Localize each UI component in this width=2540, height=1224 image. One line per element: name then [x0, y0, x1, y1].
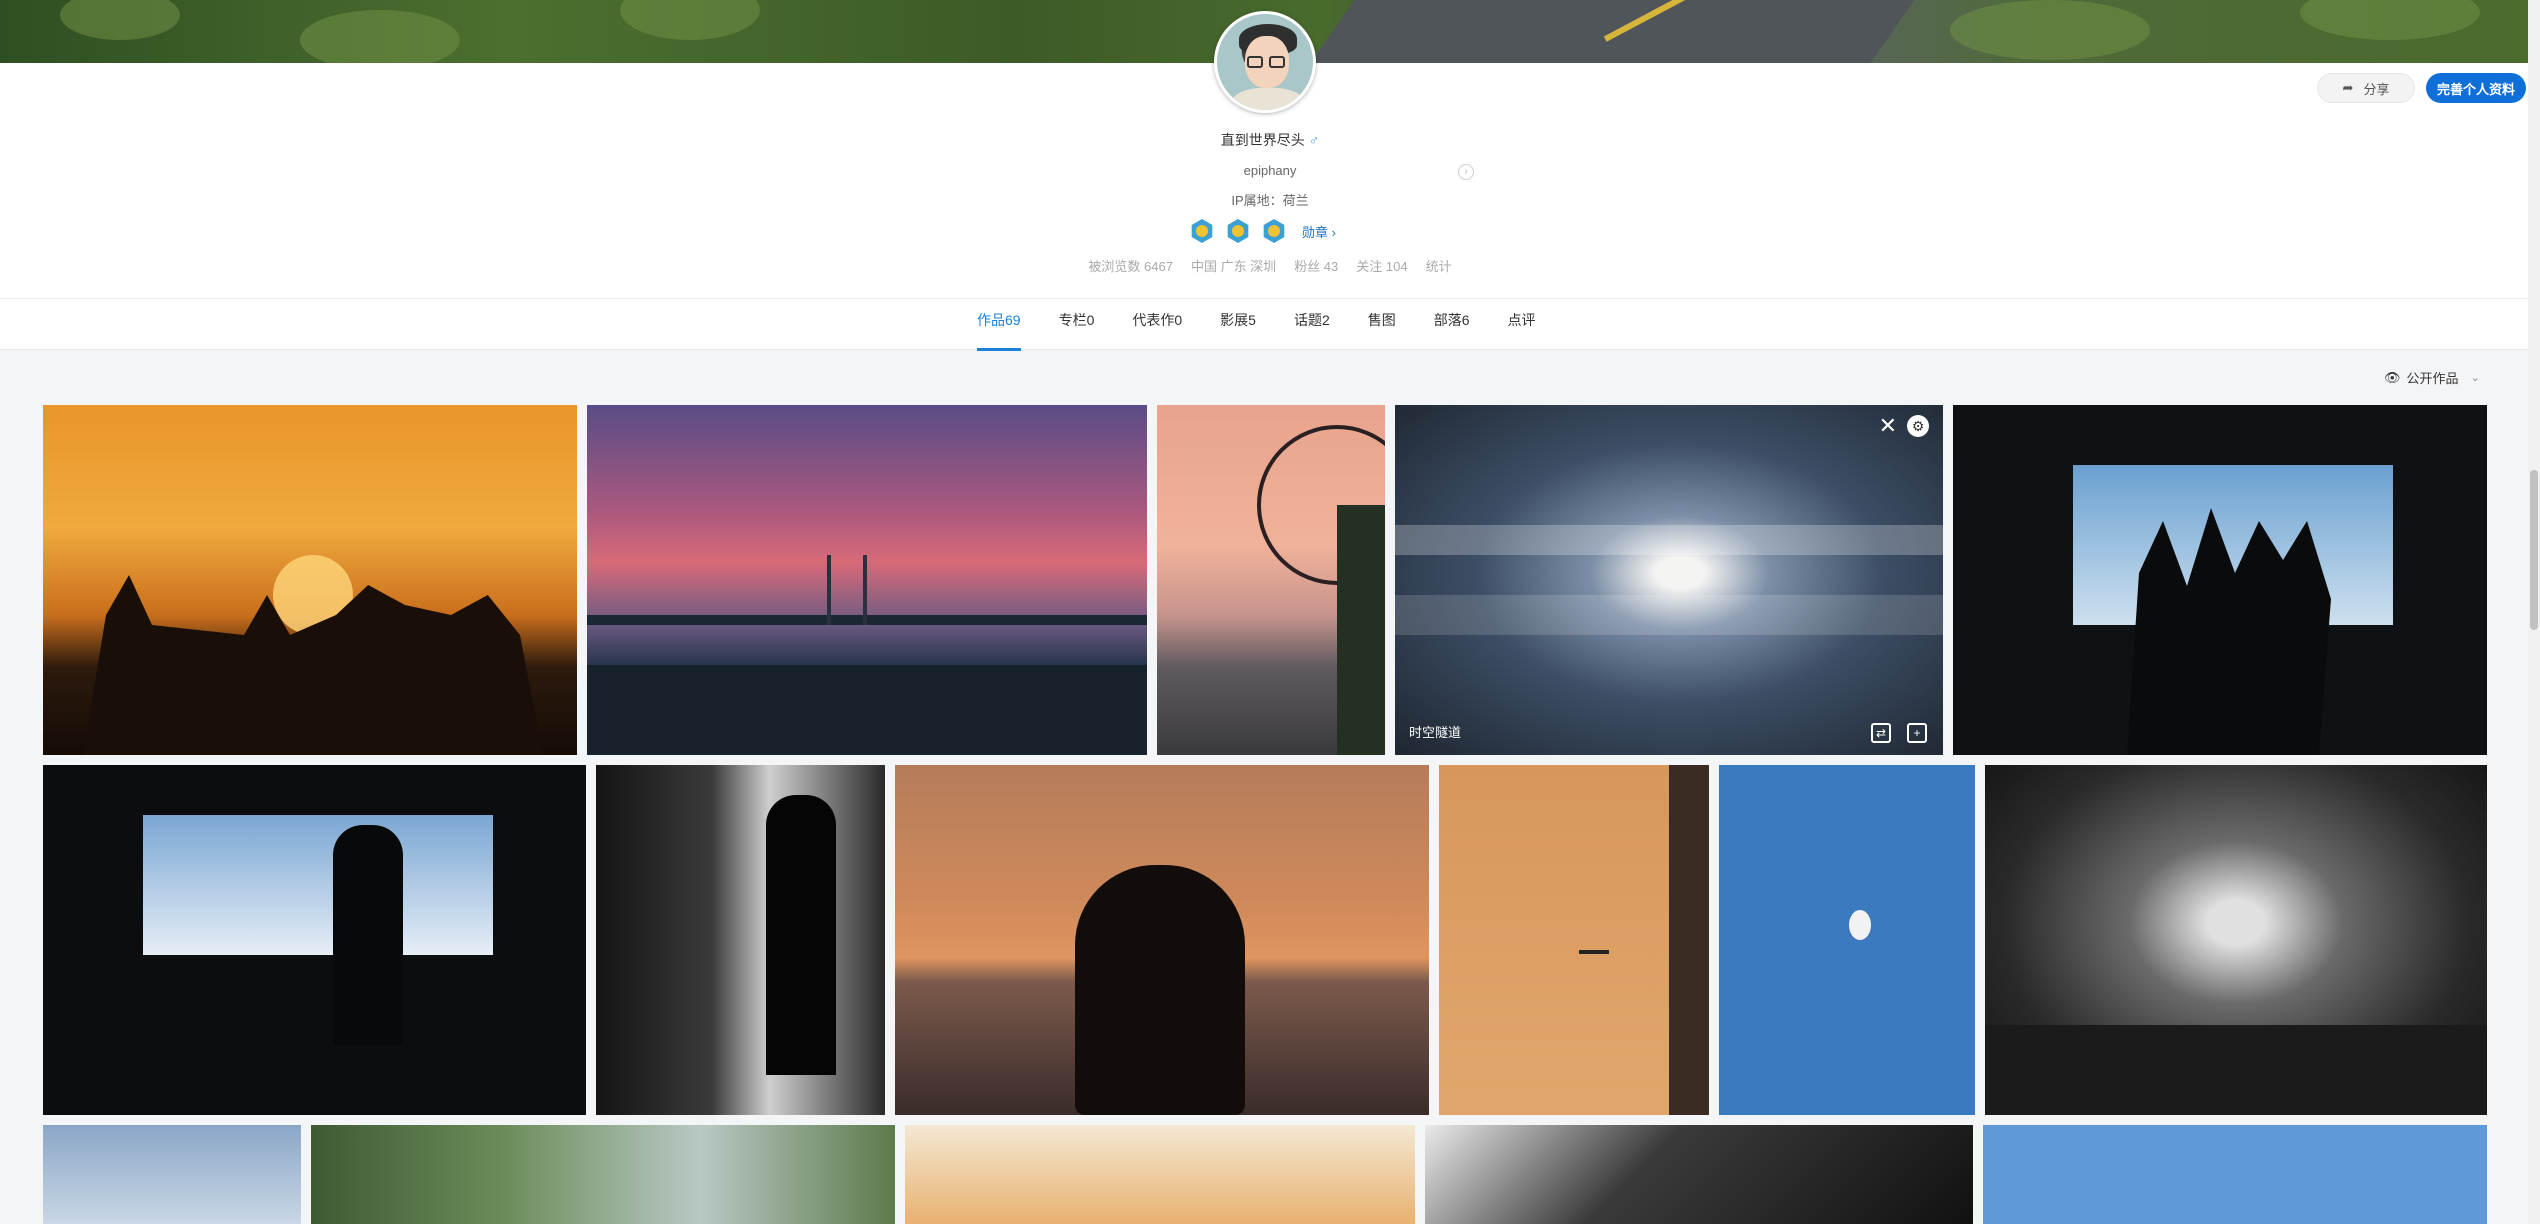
male-icon: ♂	[1308, 132, 1320, 148]
photo-blue-sky-blossom[interactable]	[1983, 1125, 2487, 1224]
filter-label: 公开作品	[2406, 371, 2459, 386]
tab-works[interactable]: 作品69	[977, 299, 1021, 351]
close-icon[interactable]: ✕	[1879, 415, 1897, 437]
eye-icon: 👁	[2384, 369, 2401, 385]
scrollbar-thumb[interactable]	[2530, 470, 2538, 630]
followers-count[interactable]: 粉丝 43	[1294, 256, 1338, 275]
ip-location: IP属地：荷兰	[1231, 193, 1309, 208]
tab-exhibitions[interactable]: 影展5	[1220, 299, 1256, 351]
medal-icon[interactable]	[1227, 219, 1249, 243]
medal-icon[interactable]	[1191, 219, 1213, 243]
photo-mountain-haze[interactable]	[905, 1125, 1415, 1224]
medals-row: 勋章 ›	[1190, 218, 1336, 244]
share-label: 分享	[2363, 81, 2390, 97]
photo-clouds[interactable]	[43, 1125, 301, 1224]
nickname: 直到世界尽头 ♂	[0, 130, 2540, 150]
scrollbar[interactable]	[2528, 0, 2540, 1224]
tab-topics[interactable]: 话题2	[1294, 299, 1330, 351]
medals-link[interactable]: 勋章 ›	[1302, 222, 1336, 241]
photo-time-tunnel[interactable]: ✕ ⚙ 时空隧道 ⇄ +	[1395, 405, 1943, 755]
photo-title: 时空隧道	[1409, 725, 1462, 740]
tab-columns[interactable]: 专栏0	[1059, 299, 1095, 351]
edit-profile-button[interactable]: 完善个人资料	[2426, 73, 2526, 103]
info-icon[interactable]: ›	[1458, 164, 1474, 180]
profile-stats: 被浏览数 6467 中国 广东 深圳 粉丝 43 关注 104 统计	[0, 256, 2540, 275]
tab-reviews[interactable]: 点评	[1508, 299, 1536, 351]
avatar[interactable]	[1214, 11, 1316, 113]
stats-link[interactable]: 统计	[1426, 256, 1452, 275]
username: epiphany	[1243, 163, 1297, 178]
nickname-text: 直到世界尽头	[1220, 132, 1305, 148]
tab-bar: 作品69 专栏0 代表作0 影展5 话题2 售图 部落6 点评	[0, 298, 2540, 351]
photo-lakeside-silhouette[interactable]	[895, 765, 1429, 1115]
photo-stairs-sky[interactable]	[43, 765, 586, 1115]
tab-sale[interactable]: 售图	[1368, 299, 1396, 351]
photo-bw-architecture[interactable]	[1425, 1125, 1973, 1224]
following-count[interactable]: 关注 104	[1356, 256, 1407, 275]
chevron-down-icon: ⌄	[2470, 372, 2480, 384]
photo-ferris-wheel[interactable]	[1157, 405, 1385, 755]
medal-icon[interactable]	[1263, 219, 1285, 243]
visibility-filter[interactable]: 👁 公开作品 ⌄	[2384, 368, 2480, 387]
photo-stairs-exit[interactable]	[1953, 405, 2487, 755]
refresh-icon[interactable]: ⇄	[1871, 723, 1891, 743]
photo-station-ceiling[interactable]	[1985, 765, 2487, 1115]
photo-sunset-silhouettes[interactable]	[43, 405, 577, 755]
photo-aerial-garden[interactable]	[311, 1125, 895, 1224]
photo-moon-sky[interactable]	[1719, 765, 1975, 1115]
photo-plane-streetlight[interactable]	[1439, 765, 1709, 1115]
photo-bridge-dusk[interactable]	[587, 405, 1147, 755]
photo-bw-corridor[interactable]	[596, 765, 885, 1115]
share-icon: ➦	[2342, 80, 2354, 95]
location: 中国 广东 深圳	[1190, 259, 1277, 274]
share-button[interactable]: ➦ 分享	[2317, 73, 2415, 103]
views-count: 被浏览数 6467	[1088, 259, 1173, 274]
tab-tribes[interactable]: 部落6	[1434, 299, 1470, 351]
add-to-collection-icon[interactable]: +	[1907, 723, 1927, 743]
tab-representative[interactable]: 代表作0	[1132, 299, 1182, 351]
gear-icon[interactable]: ⚙	[1907, 415, 1929, 437]
